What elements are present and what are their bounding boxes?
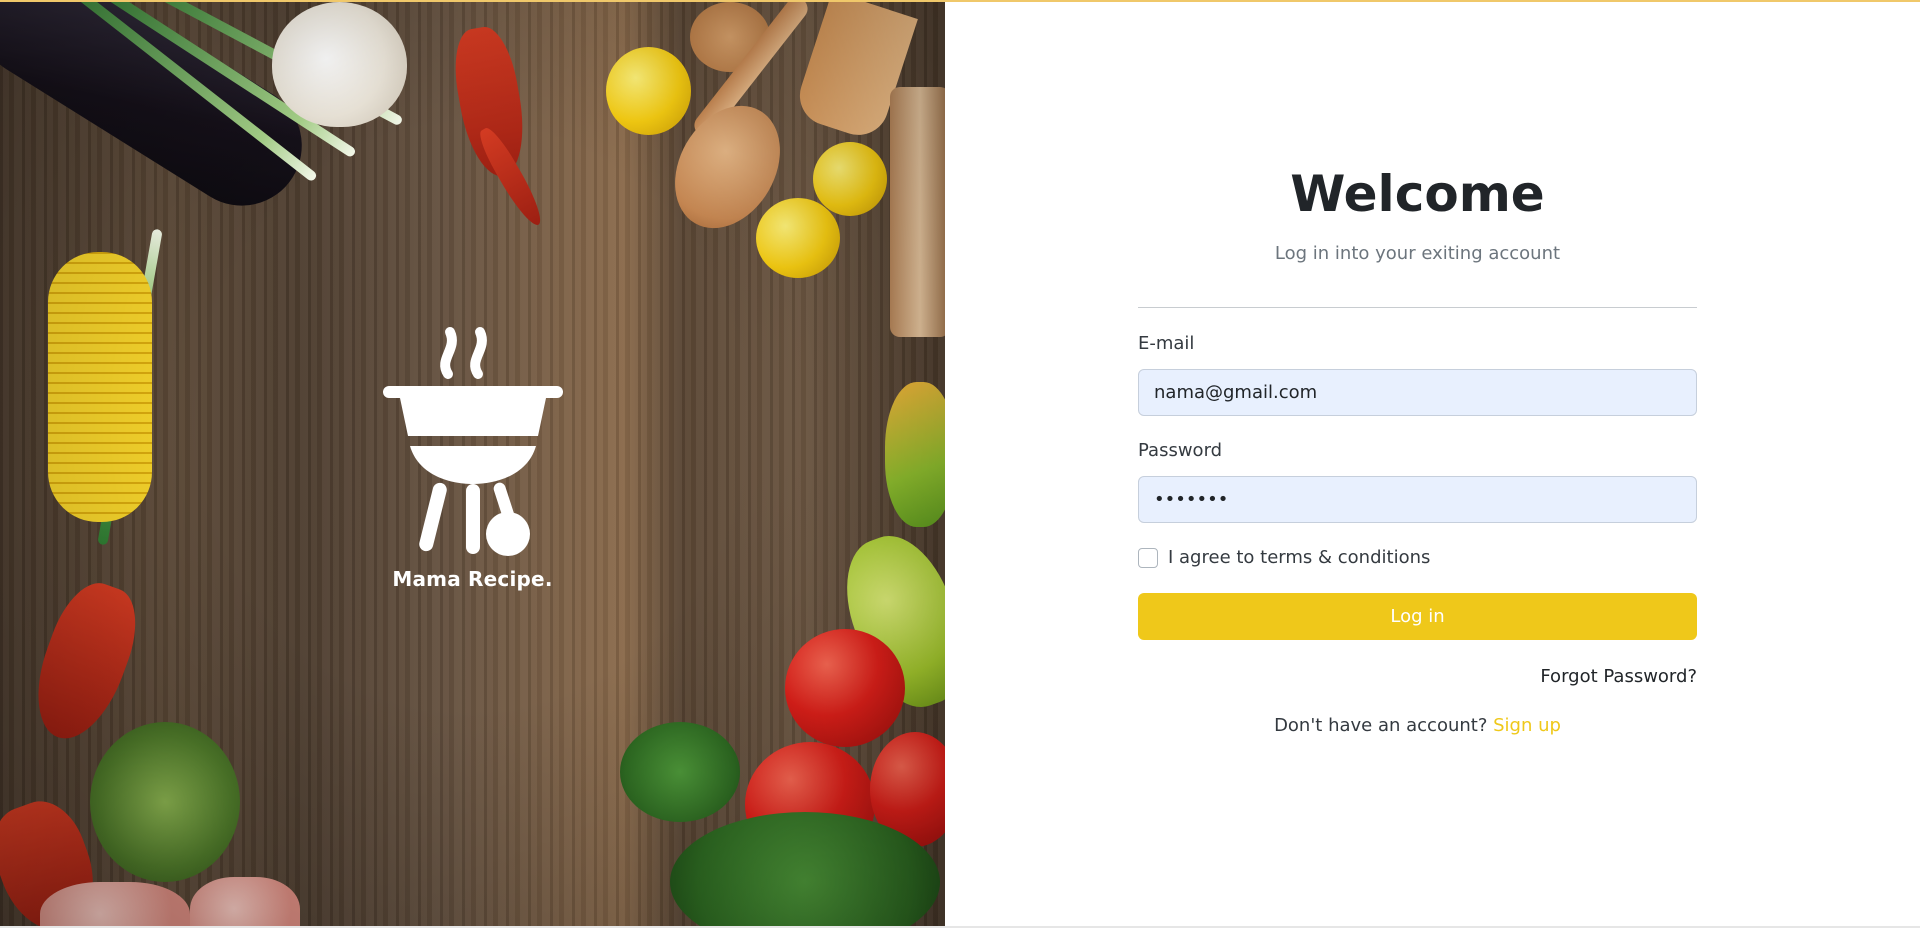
signup-prompt: Don't have an account? (1274, 715, 1494, 736)
email-field[interactable]: nama@gmail.com (1138, 369, 1697, 416)
signup-row: Don't have an account? Sign up (1138, 715, 1697, 736)
login-button[interactable]: Log in (1138, 593, 1697, 640)
signup-link[interactable]: Sign up (1493, 715, 1561, 736)
email-label: E-mail (1138, 333, 1195, 354)
hero-food-background-image: Mama Recipe. (0, 2, 945, 926)
password-label: Password (1138, 440, 1223, 461)
password-field[interactable]: ••••••• (1138, 476, 1697, 523)
forgot-password-link[interactable]: Forgot Password? (1540, 666, 1697, 687)
page-title: Welcome (1290, 165, 1545, 223)
terms-label[interactable]: I agree to terms & conditions (1168, 547, 1430, 568)
email-field-value: nama@gmail.com (1154, 382, 1318, 403)
login-page: Mama Recipe. Welcome Log in into your ex… (0, 0, 1920, 928)
divider (1138, 307, 1697, 308)
barbecue-grill-icon (382, 327, 563, 556)
terms-checkbox[interactable] (1138, 547, 1158, 568)
terms-row: I agree to terms & conditions (1138, 547, 1430, 568)
brand-logo: Mama Recipe. (375, 324, 570, 591)
page-subtitle: Log in into your exiting account (1274, 243, 1561, 264)
brand-name: Mama Recipe. (392, 567, 553, 591)
password-field-value: ••••••• (1154, 489, 1229, 510)
